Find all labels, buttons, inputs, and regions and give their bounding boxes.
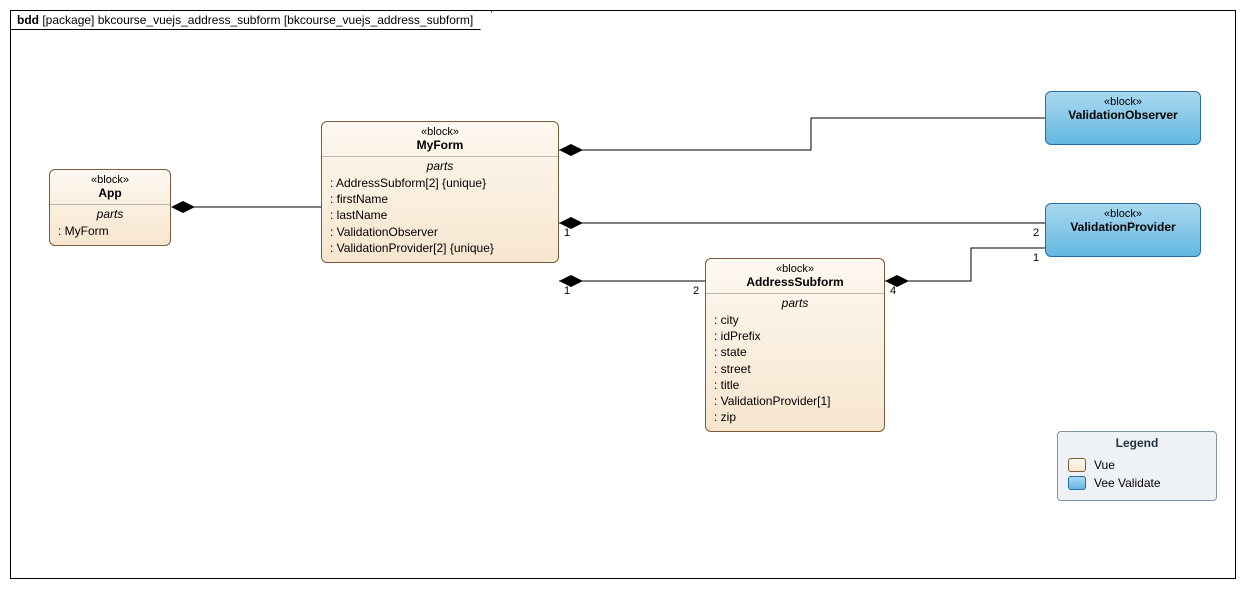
part-row: : city (714, 312, 876, 328)
part-row: : MyForm (58, 223, 162, 239)
part-row: : ValidationProvider[1] (714, 393, 876, 409)
block-validation-observer: «block» ValidationObserver (1045, 91, 1201, 145)
block-address-name: AddressSubform (712, 275, 878, 289)
part-row: : AddressSubform[2] {unique} (330, 175, 550, 191)
legend-row-vee: Vee Validate (1058, 474, 1216, 492)
diamond-icon (559, 275, 583, 287)
legend: Legend Vue Vee Validate (1057, 431, 1217, 501)
block-app-header: «block» App (50, 170, 170, 205)
block-myform-header: «block» MyForm (322, 122, 558, 157)
block-app-stereotype: «block» (56, 174, 164, 186)
bdd-diagram-frame: bdd [package] bkcourse_vuejs_address_sub… (10, 10, 1236, 579)
part-row: : idPrefix (714, 328, 876, 344)
diamond-icon (559, 217, 583, 229)
part-row: : lastName (330, 207, 550, 223)
diamond-icon (171, 201, 195, 213)
mult-address-provider-src: 4 (890, 285, 896, 297)
part-row: : ValidationProvider[2] {unique} (330, 240, 550, 256)
block-app-parts-label: parts (50, 205, 170, 223)
title-prefix: bdd (17, 13, 39, 27)
block-myform: «block» MyForm parts : AddressSubform[2]… (321, 121, 559, 263)
block-app: «block» App parts : MyForm (49, 169, 171, 246)
mult-myform-address-src: 1 (564, 285, 570, 297)
diamond-icon (559, 144, 583, 156)
block-address-parts-label: parts (706, 294, 884, 312)
block-myform-stereotype: «block» (328, 126, 552, 138)
part-row: : street (714, 361, 876, 377)
block-observer-name: ValidationObserver (1052, 108, 1194, 122)
block-myform-parts-label: parts (322, 157, 558, 175)
block-myform-parts: : AddressSubform[2] {unique} : firstName… (322, 175, 558, 262)
legend-label-vee: Vee Validate (1094, 476, 1161, 490)
legend-label-vue: Vue (1094, 458, 1115, 472)
block-app-name: App (56, 186, 164, 200)
diagram-title-tab: bdd [package] bkcourse_vuejs_address_sub… (11, 11, 492, 30)
block-address-parts: : city : idPrefix : state : street : tit… (706, 312, 884, 431)
part-row: : zip (714, 409, 876, 425)
legend-title: Legend (1058, 432, 1216, 456)
block-observer-header: «block» ValidationObserver (1046, 92, 1200, 126)
block-myform-name: MyForm (328, 138, 552, 152)
block-provider-name: ValidationProvider (1052, 220, 1194, 234)
block-validation-provider: «block» ValidationProvider (1045, 203, 1201, 257)
mult-myform-address-dst: 2 (693, 285, 699, 297)
title-rest: [package] bkcourse_vuejs_address_subform… (42, 13, 473, 27)
mult-myform-provider-src: 1 (564, 227, 570, 239)
legend-swatch-vee (1068, 476, 1086, 490)
mult-address-provider-dst: 1 (1033, 252, 1039, 264)
block-provider-header: «block» ValidationProvider (1046, 204, 1200, 238)
legend-swatch-vue (1068, 458, 1086, 472)
mult-myform-provider-dst: 2 (1033, 227, 1039, 239)
part-row: : firstName (330, 191, 550, 207)
block-address: «block» AddressSubform parts : city : id… (705, 258, 885, 432)
block-address-stereotype: «block» (712, 263, 878, 275)
block-app-parts: : MyForm (50, 223, 170, 245)
block-observer-stereotype: «block» (1052, 96, 1194, 108)
block-provider-stereotype: «block» (1052, 208, 1194, 220)
block-address-header: «block» AddressSubform (706, 259, 884, 294)
part-row: : state (714, 344, 876, 360)
diamond-icon (885, 275, 909, 287)
part-row: : ValidationObserver (330, 224, 550, 240)
part-row: : title (714, 377, 876, 393)
legend-row-vue: Vue (1058, 456, 1216, 474)
